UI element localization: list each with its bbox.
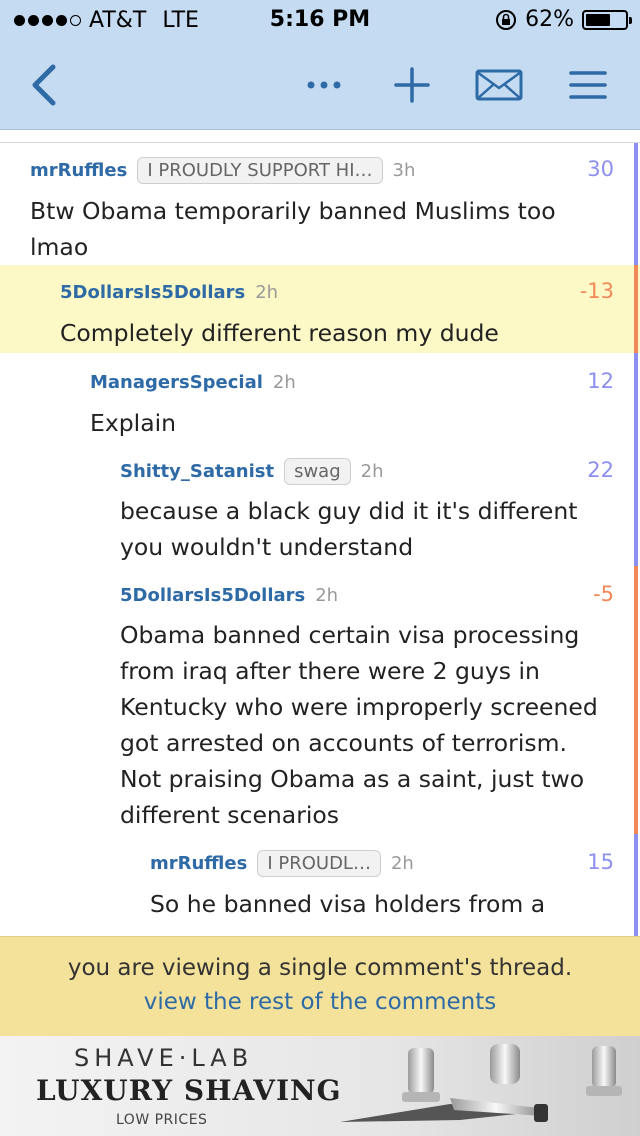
depth-indicator (634, 441, 638, 566)
comment-body-line: got arrested on accounts of terrorism. (120, 729, 567, 757)
comment-body: Explain (90, 405, 176, 441)
rotation-lock-icon (496, 9, 517, 30)
comment-thread: mrRuffles I PROUDLY SUPPORT HI… 3h 30 Bt… (0, 131, 640, 936)
toolbar (0, 40, 640, 130)
comment-body: Completely different reason my dude (60, 315, 499, 351)
comment-score: 22 (587, 458, 614, 482)
comment[interactable]: 5DollarsIs5Dollars 2h -5 Obama banned ce… (0, 566, 640, 834)
comment-age: 2h (390, 852, 414, 874)
comment-author[interactable]: Shitty_Satanist (120, 461, 274, 482)
comment-age: 2h (315, 584, 339, 606)
battery-fill (586, 13, 610, 26)
comment-body-line: Explain (90, 409, 177, 437)
ad-tagline: LUXURY SHAVING (36, 1074, 342, 1107)
comment-meta: ManagersSpecial 2h (90, 367, 296, 397)
ad-subtitle: LOW PRICES (116, 1112, 208, 1128)
comment-body-line: So he banned visa holders from a (150, 890, 546, 918)
advertisement-banner[interactable]: SHAVE·LAB LUXURY SHAVING LOW PRICES (0, 1036, 640, 1136)
status-bar: AT&T LTE 5:16 PM 62% (0, 0, 640, 40)
comment[interactable]: 5DollarsIs5Dollars 2h -13 Completely dif… (0, 265, 640, 353)
comment[interactable]: Shitty_Satanist swag 2h 22 because a bla… (0, 441, 640, 566)
depth-indicator (634, 566, 638, 834)
battery-percent: 62% (525, 7, 574, 32)
comment-body: So he banned visa holders from a (150, 886, 545, 922)
depth-indicator (634, 143, 638, 265)
comment-body-line: Completely different reason my dude (60, 319, 499, 347)
comment-score: -13 (579, 279, 614, 303)
user-flair: I PROUDL… (257, 849, 381, 877)
app-root: AT&T LTE 5:16 PM 62% mrRuffles I PROUDLY… (0, 0, 640, 1136)
comment-score: 12 (587, 369, 614, 393)
menu-button[interactable] (566, 60, 610, 110)
comment-author[interactable]: 5DollarsIs5Dollars (60, 282, 245, 303)
comment-meta: mrRuffles I PROUDL… 2h (150, 848, 414, 878)
comment-author[interactable]: 5DollarsIs5Dollars (120, 585, 305, 606)
more-dots-icon (307, 81, 341, 89)
ad-brand: SHAVE·LAB (74, 1044, 254, 1072)
comment-body-line: Obama banned certain visa processing (120, 621, 580, 649)
comment-meta: 5DollarsIs5Dollars 2h (120, 580, 338, 610)
comment-age: 2h (272, 371, 296, 393)
hamburger-menu-icon (569, 71, 607, 99)
user-flair: I PROUDLY SUPPORT HI… (137, 156, 383, 184)
razor-product-image (340, 1044, 622, 1122)
comment-score: 30 (587, 157, 614, 181)
depth-indicator (634, 834, 638, 936)
depth-indicator (634, 265, 638, 353)
comment-meta: Shitty_Satanist swag 2h (120, 456, 384, 486)
back-button[interactable] (22, 60, 66, 110)
comment-meta: mrRuffles I PROUDLY SUPPORT HI… 3h (30, 155, 415, 185)
depth-indicator (634, 353, 638, 441)
comment-author[interactable]: mrRuffles (30, 160, 127, 181)
more-button[interactable] (302, 60, 346, 110)
comment[interactable]: mrRuffles I PROUDL… 2h 15 So he banned v… (0, 834, 640, 936)
back-chevron-icon (32, 64, 56, 106)
comment-body-line: because a black guy did it it's differen… (120, 497, 578, 525)
comment[interactable]: mrRuffles I PROUDLY SUPPORT HI… 3h 30 Bt… (0, 143, 640, 265)
comment-body-line: from iraq after there were 2 guys in (120, 657, 540, 685)
comment-body: Btw Obama temporarily banned Muslims too… (30, 193, 556, 265)
comment[interactable]: ManagersSpecial 2h 12 Explain (0, 353, 640, 441)
single-thread-banner: you are viewing a single comment's threa… (0, 936, 640, 1036)
battery-icon (582, 9, 632, 30)
comment-body: Obama banned certain visa processing fro… (120, 617, 598, 833)
thread-notice: you are viewing a single comment's threa… (67, 955, 573, 981)
comment-age: 3h (392, 159, 416, 181)
comment-body-line: Btw Obama temporarily banned Muslims too (30, 197, 556, 225)
comment-score: -5 (593, 582, 614, 606)
messages-button[interactable] (472, 60, 526, 110)
comment-body-line: lmao (30, 233, 89, 261)
user-flair: swag (284, 457, 351, 485)
envelope-icon (475, 69, 523, 101)
plus-icon (394, 67, 430, 103)
status-right: 62% (495, 7, 632, 32)
comment-score: 15 (587, 850, 614, 874)
comment-age: 2h (360, 460, 384, 482)
add-button[interactable] (390, 60, 434, 110)
comment-author[interactable]: mrRuffles (150, 853, 247, 874)
comment-meta: 5DollarsIs5Dollars 2h (60, 277, 278, 307)
view-all-comments-link[interactable]: view the rest of the comments (0, 989, 640, 1015)
comment-age: 2h (255, 281, 279, 303)
comment-body-line: Not praising Obama as a saint, just two (120, 765, 585, 793)
comment-body: because a black guy did it it's differen… (120, 493, 577, 565)
comment-author[interactable]: ManagersSpecial (90, 372, 263, 393)
comment-body-line: you wouldn't understand (120, 533, 414, 561)
comment-body-line: different scenarios (120, 801, 340, 829)
comment-body-line: Kentucky who were improperly screened (120, 693, 598, 721)
